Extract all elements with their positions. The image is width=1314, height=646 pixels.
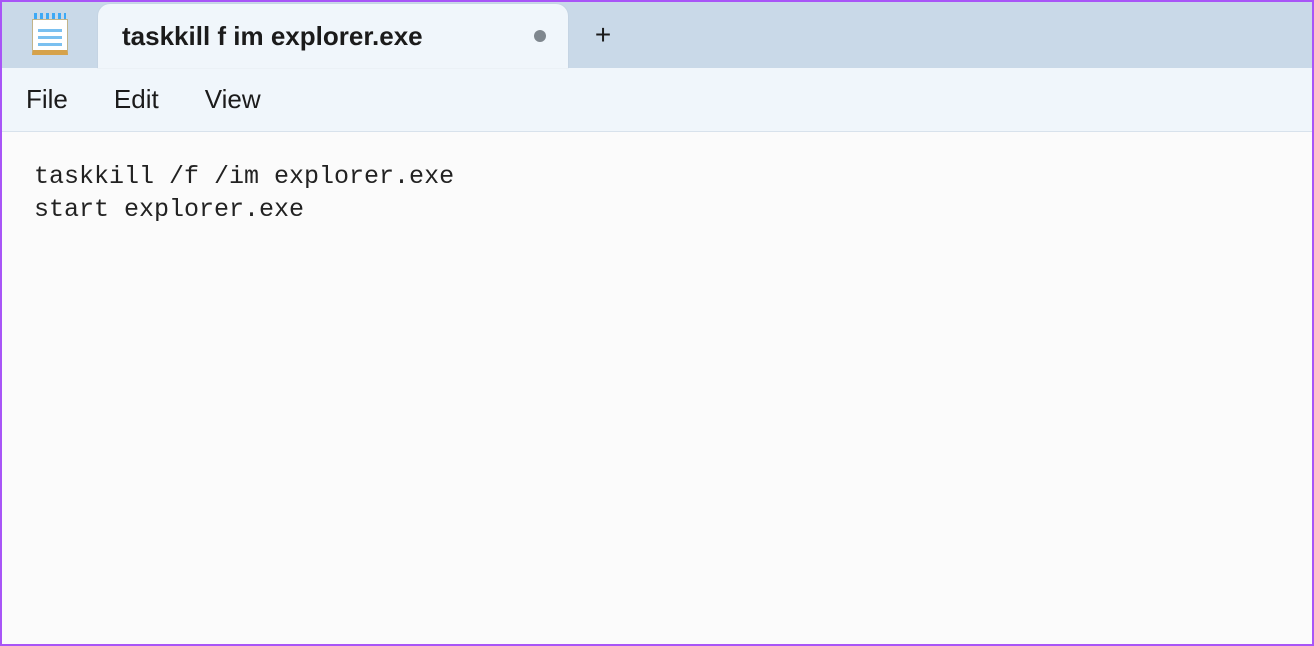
- document-tab[interactable]: taskkill f im explorer.exe: [98, 4, 568, 68]
- unsaved-indicator-icon[interactable]: [534, 30, 546, 42]
- tab-title: taskkill f im explorer.exe: [122, 21, 510, 52]
- titlebar: taskkill f im explorer.exe +: [2, 2, 1312, 68]
- menu-view[interactable]: View: [205, 84, 261, 115]
- plus-icon: +: [595, 21, 611, 49]
- menu-edit[interactable]: Edit: [114, 84, 159, 115]
- new-tab-button[interactable]: +: [568, 2, 638, 68]
- notepad-icon: [32, 15, 68, 55]
- app-icon-region: [2, 2, 98, 68]
- editor-text[interactable]: taskkill /f /im explorer.exe start explo…: [34, 160, 1300, 226]
- menubar: File Edit View: [2, 68, 1312, 132]
- editor-area[interactable]: taskkill /f /im explorer.exe start explo…: [2, 132, 1312, 644]
- menu-file[interactable]: File: [26, 84, 68, 115]
